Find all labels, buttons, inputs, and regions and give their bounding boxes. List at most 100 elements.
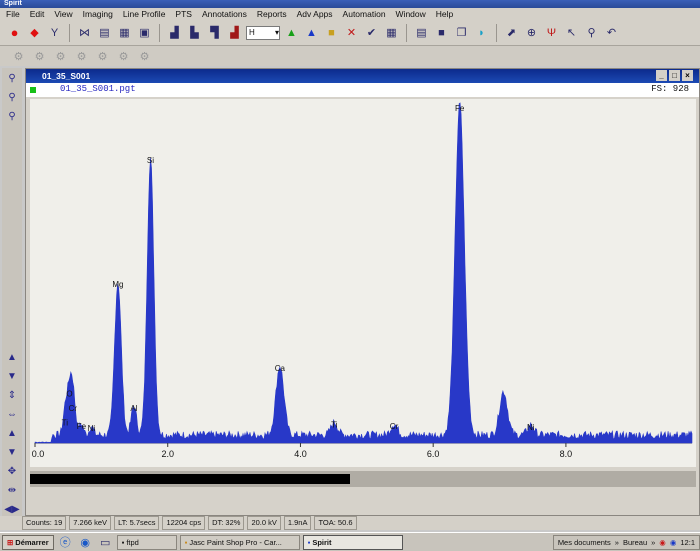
zoom-in-icon[interactable]: ⚲ (4, 70, 21, 87)
maximize-button[interactable]: □ (669, 70, 680, 81)
up-arrow-icon[interactable]: ▲ (4, 425, 21, 442)
tray-icon[interactable]: ◉ (670, 538, 677, 547)
taskbar-item-paint-shop[interactable]: ▪ Jasc Paint Shop Pro - Car... (179, 534, 300, 550)
spectrum-icon[interactable]: ▟ (166, 24, 183, 41)
windows-logo-icon: ⊞ (7, 537, 14, 547)
overlay-spectrum-icon[interactable]: ▜ (206, 24, 223, 41)
peak-label-cr: Cr (69, 404, 78, 413)
tuning-icon[interactable]: Y (46, 24, 63, 41)
zoom-icon[interactable]: ⚲ (583, 24, 600, 41)
spectrum-red-icon[interactable]: ▟ (226, 24, 243, 41)
taskbar: ⊞ Démarrer ⓔ ◉ ▭ ▪ ftpd ▪ Jasc Paint Sho… (0, 532, 700, 551)
peak-label-o: O (66, 389, 72, 398)
check-icon[interactable]: ✔ (363, 24, 380, 41)
tool-icon[interactable]: ⚙ (136, 48, 153, 65)
save-icon[interactable]: ■ (433, 24, 450, 41)
chevron-right-icon[interactable]: » (651, 538, 655, 547)
secondary-toolbar: ⚙ ⚙ ⚙ ⚙ ⚙ ⚙ ⚙ (0, 46, 700, 66)
menu-item-imaging[interactable]: Imaging (83, 8, 113, 20)
tool-icon[interactable]: ⚙ (94, 48, 111, 65)
collapse-vertical-icon[interactable]: ⇔ (4, 406, 21, 423)
tray-icon[interactable]: ◉ (659, 538, 666, 547)
taskbar-item-ftpd[interactable]: ▪ ftpd (116, 534, 177, 550)
x-tick-label: 0.0 (32, 449, 45, 459)
tool-icon[interactable]: ⚙ (52, 48, 69, 65)
menu-item-edit[interactable]: Edit (30, 8, 45, 20)
minimize-button[interactable]: _ (656, 70, 667, 81)
tray-desktop[interactable]: Bureau (623, 538, 647, 547)
paint-icon: ▪ (184, 537, 188, 547)
menu-item-adv-apps[interactable]: Adv Apps (297, 8, 333, 20)
periodic-table-icon[interactable]: ▦ (116, 24, 133, 41)
menu-item-window[interactable]: Window (396, 8, 426, 20)
green-spectrum-icon[interactable]: ▲ (283, 24, 300, 41)
scale-up-icon[interactable]: ▲ (4, 349, 21, 366)
spectrum-filename: 01_35_S001.pgt (60, 84, 136, 94)
close-button[interactable]: × (682, 70, 693, 81)
ie-icon[interactable]: ⓔ (57, 534, 74, 551)
peak-label-fe: Fe (455, 104, 465, 113)
peak-label-ti: Ti (62, 418, 69, 427)
menu-item-automation[interactable]: Automation (343, 8, 386, 20)
blue-spectrum-icon[interactable]: ▲ (303, 24, 320, 41)
status-current: 1.9nA (283, 516, 312, 530)
clipboard-icon[interactable]: ▣ (136, 24, 153, 41)
system-tray: Mes documents » Bureau » ◉ ◉ 12:1 (552, 534, 700, 550)
tool-icon[interactable]: ⚙ (10, 48, 27, 65)
identify-icon[interactable]: ⋈ (76, 24, 93, 41)
down-arrow-icon[interactable]: ▼ (4, 444, 21, 461)
start-button[interactable]: ⊞ Démarrer (2, 534, 54, 550)
spectrum-plot[interactable]: O Cr Ti Fe Ni Mg Al Si Ca Ti Cr Fe Ni 0.0 2.0 4.0 6.0 8.0 (30, 99, 696, 467)
tray-documents[interactable]: Mes documents (558, 538, 611, 547)
start-button-label: Démarrer (15, 537, 49, 547)
id-icon[interactable]: ▤ (96, 24, 113, 41)
scrollbar-thumb[interactable] (30, 474, 350, 484)
export-icon[interactable]: ⬈ (503, 24, 520, 41)
peak-label-ni: Ni (527, 423, 535, 432)
hsc-icon[interactable]: ✕ (343, 24, 360, 41)
outlook-icon[interactable]: ◉ (77, 534, 94, 551)
spectrum-window-title: 01_35_S001 _ □ × (26, 69, 699, 83)
marker-icon[interactable]: Ψ (543, 24, 560, 41)
folder-icon[interactable]: ■ (323, 24, 340, 41)
taskbar-item-spirit[interactable]: ▪ Spirit (302, 534, 403, 550)
menu-item-help[interactable]: Help (436, 8, 453, 20)
move-icon[interactable]: ✥ (4, 463, 21, 480)
expand-horizontal-icon[interactable]: ⇹ (4, 482, 21, 499)
open-icon[interactable]: ▤ (413, 24, 430, 41)
spectrum-chart[interactable]: OCrTi Fe NiMgAlSiCaTi CrFeNi0.0 2.0 4.0 6.0 8.0 (30, 99, 696, 467)
menu-item-file[interactable]: File (6, 8, 20, 20)
record-icon[interactable]: ● (6, 24, 23, 41)
menu-item-annotations[interactable]: Annotations (202, 8, 247, 20)
desktop-icon[interactable]: ▭ (97, 534, 114, 551)
tool-icon[interactable]: ⚙ (31, 48, 48, 65)
expand-vertical-icon[interactable]: ⇕ (4, 387, 21, 404)
x-tick-label: 4.0 (294, 449, 307, 459)
chevron-right-icon[interactable]: » (615, 538, 619, 547)
pointer-icon[interactable]: ↖ (563, 24, 580, 41)
horizontal-scrollbar[interactable] (30, 471, 696, 487)
windows-icon[interactable]: ❐ (453, 24, 470, 41)
tool-icon[interactable]: ⚙ (73, 48, 90, 65)
tool-icon[interactable]: ⚙ (115, 48, 132, 65)
toolbar-separator (406, 23, 407, 42)
peak-label-si: Si (147, 156, 154, 165)
calculator-icon[interactable]: ▦ (383, 24, 400, 41)
status-counts: Counts: 19 (22, 516, 67, 530)
spectrum-select[interactable]: H ▾ (246, 25, 280, 40)
scale-down-icon[interactable]: ▼ (4, 368, 21, 385)
compare-spectrum-icon[interactable]: ▙ (186, 24, 203, 41)
stop-icon[interactable]: ◆ (26, 24, 43, 41)
basket-icon[interactable]: ◗ (473, 24, 490, 41)
status-toa: TOA: 50.6 (314, 516, 357, 530)
menu-item-view[interactable]: View (54, 8, 72, 20)
clock[interactable]: 12:1 (680, 538, 695, 547)
zoom-out-icon[interactable]: ⚲ (4, 89, 21, 106)
menu-item-reports[interactable]: Reports (257, 8, 287, 20)
spectrum-window: 01_35_S001 _ □ × 01_35_S001.pgt FS: 928 … (25, 68, 700, 516)
undo-icon[interactable]: ↶ (603, 24, 620, 41)
target-icon[interactable]: ⊕ (523, 24, 540, 41)
menu-item-line-profile[interactable]: Line Profile (123, 8, 166, 20)
menu-item-pts[interactable]: PTS (175, 8, 192, 20)
zoom-fit-icon[interactable]: ⚲ (4, 108, 21, 125)
